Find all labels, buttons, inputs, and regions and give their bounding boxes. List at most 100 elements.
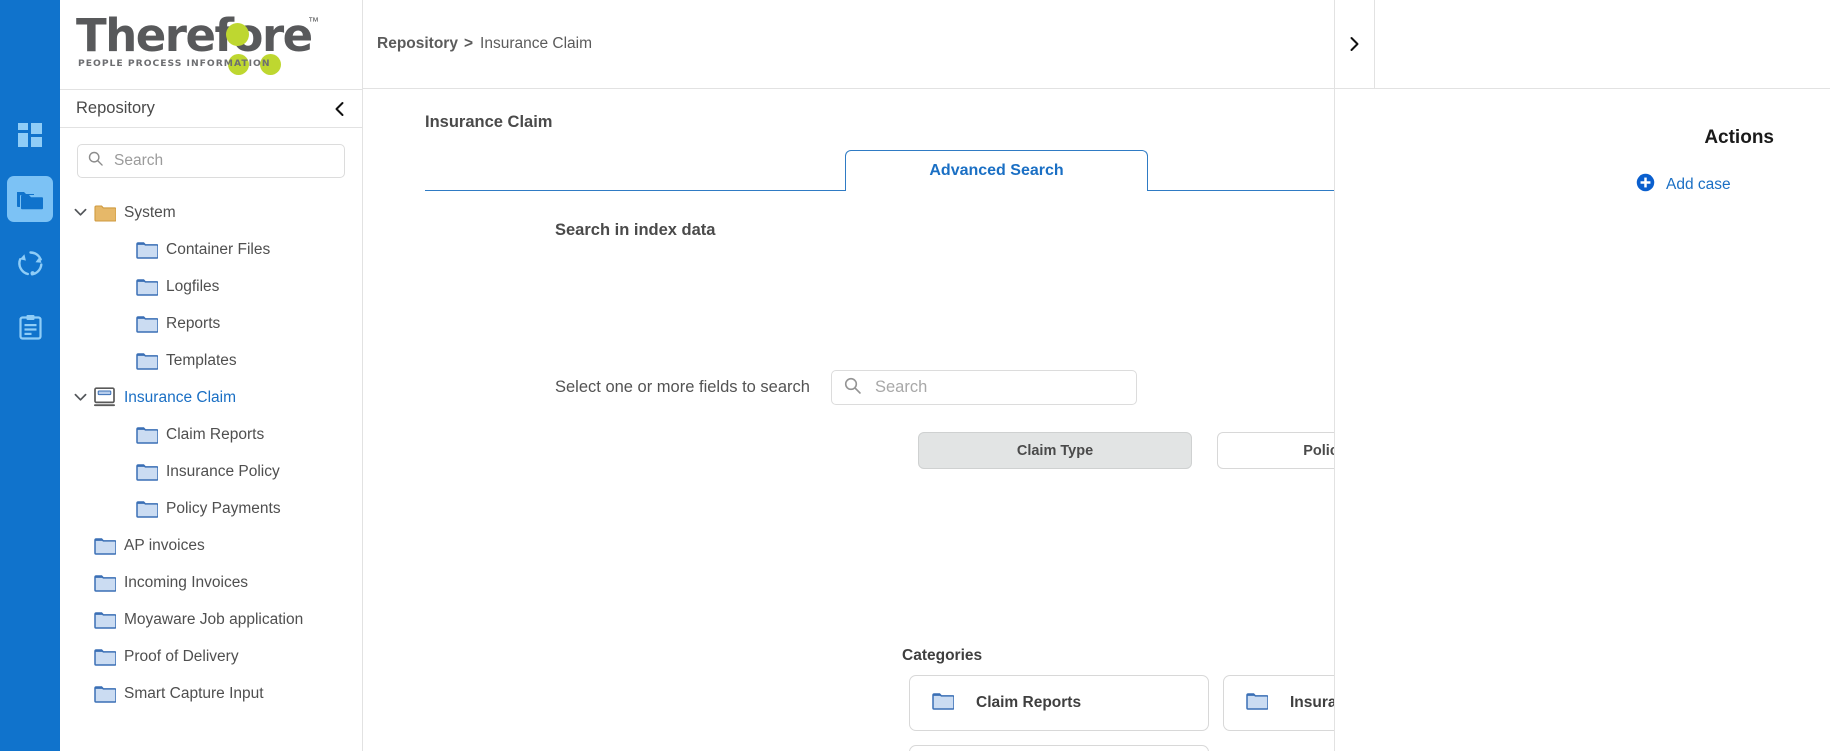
search-icon	[88, 151, 112, 171]
tree-item-label: Insurance Claim	[124, 389, 236, 407]
folder-icon	[90, 648, 120, 666]
breadcrumb-root[interactable]: Repository	[377, 35, 458, 53]
rail-item-workflow[interactable]	[7, 240, 53, 286]
tree-item-claim-reports[interactable]: Claim Reports	[60, 416, 362, 453]
tab-strip-line-left	[425, 190, 845, 191]
categories-grid: Claim Reports Insurance Policy Policy Paym…	[909, 675, 1334, 751]
tree-item-label: Moyaware Job application	[124, 611, 303, 629]
category-card-label: Insurance Policy	[1290, 694, 1334, 712]
actions-title: Actions	[1335, 127, 1774, 149]
folder-icon	[132, 426, 162, 444]
folder-icon	[90, 574, 120, 592]
breadcrumb-current: Insurance Claim	[480, 35, 592, 53]
tree-item-label: Reports	[166, 315, 220, 333]
tree-item-label: Container Files	[166, 241, 270, 259]
case-icon	[90, 387, 120, 408]
brand-name: Therefore	[76, 12, 312, 60]
app-window: Therefore ™ PEOPLE PROCESS INFORMATION R…	[0, 0, 1830, 751]
folder-icon	[132, 352, 162, 370]
folder-icon	[1246, 692, 1268, 715]
category-card-claim-reports[interactable]: Claim Reports	[909, 675, 1209, 731]
tree-item-label: Templates	[166, 352, 237, 370]
tree-item-label: Claim Reports	[166, 426, 264, 444]
brand-dot-icon	[226, 23, 249, 46]
tree-item-system[interactable]: System	[60, 194, 362, 231]
actions-panel-body: Actions Add case	[1335, 89, 1830, 751]
field-select-label: Select one or more fields to search	[555, 378, 831, 397]
category-card-label: Claim Reports	[976, 694, 1081, 712]
tree-item-label: Insurance Policy	[166, 463, 280, 481]
tree-item-smart-capture-input[interactable]: Smart Capture Input	[60, 675, 362, 712]
tree-item-templates[interactable]: Templates	[60, 342, 362, 379]
breadcrumb: Repository > Insurance Claim	[363, 0, 1334, 89]
index-field-chips: Claim TypePolicy NumberClaim Date	[918, 432, 1334, 469]
tree-item-label: Smart Capture Input	[124, 685, 264, 703]
tree-item-proof-of-delivery[interactable]: Proof of Delivery	[60, 638, 362, 675]
search-section-heading: Search in index data	[555, 221, 715, 240]
tree-item-label: Proof of Delivery	[124, 648, 239, 666]
chevron-down-icon[interactable]	[70, 208, 90, 217]
tree-item-moyaware-job-application[interactable]: Moyaware Job application	[60, 601, 362, 638]
folder-icon	[132, 463, 162, 481]
tree-item-label: Policy Payments	[166, 500, 281, 518]
workflow-refresh-icon	[17, 250, 44, 277]
actions-panel: Actions Add case	[1335, 0, 1830, 751]
tree-item-label: Incoming Invoices	[124, 574, 248, 592]
rail-item-tasks[interactable]	[7, 304, 53, 350]
tree-item-logfiles[interactable]: Logfiles	[60, 268, 362, 305]
category-card-insurance-policy[interactable]: Insurance Policy	[1223, 675, 1334, 731]
case-view: Insurance Claim Advanced Search Search i…	[363, 89, 1334, 751]
action-label: Add case	[1666, 176, 1774, 194]
brand-logo: Therefore ™ PEOPLE PROCESS INFORMATION	[60, 0, 362, 89]
field-select-row: Select one or more fields to search	[555, 370, 1137, 405]
chevron-left-icon[interactable]	[328, 98, 350, 120]
tree-item-insurance-policy[interactable]: Insurance Policy	[60, 453, 362, 490]
tree-item-reports[interactable]: Reports	[60, 305, 362, 342]
repository-sidebar: Therefore ™ PEOPLE PROCESS INFORMATION R…	[60, 0, 363, 751]
tab-bar: Advanced Search	[425, 150, 1334, 191]
breadcrumb-separator: >	[464, 35, 473, 53]
folder-icon	[132, 315, 162, 333]
field-chip-label: Policy Number	[1303, 443, 1334, 459]
field-chip-label: Claim Type	[1017, 443, 1093, 459]
folder-icon	[932, 692, 954, 715]
field-chip-claim-type[interactable]: Claim Type	[918, 432, 1192, 469]
brand-tagline: PEOPLE PROCESS INFORMATION	[78, 58, 271, 69]
main-content: Repository > Insurance Claim Insurance C…	[363, 0, 1335, 751]
categories-heading: Categories	[902, 647, 982, 665]
index-search-input[interactable]	[873, 377, 1124, 398]
dashboard-grid-icon	[17, 122, 43, 148]
tree-item-container-files[interactable]: Container Files	[60, 231, 362, 268]
tree-item-label: Logfiles	[166, 278, 219, 296]
action-add-case[interactable]: Add case	[1335, 173, 1774, 197]
app-rail	[0, 0, 60, 751]
rail-item-dashboard[interactable]	[7, 112, 53, 158]
folder-icon	[132, 278, 162, 296]
tree-item-policy-payments[interactable]: Policy Payments	[60, 490, 362, 527]
chevron-down-icon[interactable]	[70, 393, 90, 402]
tree-item-ap-invoices[interactable]: AP invoices	[60, 527, 362, 564]
brand-trademark: ™	[308, 16, 319, 28]
clipboard-tasks-icon	[18, 314, 43, 341]
folder-icon	[90, 611, 120, 629]
index-search-box[interactable]	[831, 370, 1137, 405]
folder-system-icon	[90, 204, 120, 222]
repository-tree: System Container Files Logfiles Reports Temp…	[60, 192, 362, 751]
search-icon	[844, 377, 873, 399]
tree-item-label: AP invoices	[124, 537, 205, 555]
field-chip-policy-number[interactable]: Policy Number	[1217, 432, 1334, 469]
tree-item-incoming-invoices[interactable]: Incoming Invoices	[60, 564, 362, 601]
tree-item-insurance-claim[interactable]: Insurance Claim	[60, 379, 362, 416]
folder-icon	[132, 241, 162, 259]
folder-icon	[132, 500, 162, 518]
rail-item-repository[interactable]	[7, 176, 53, 222]
sidebar-search[interactable]	[77, 144, 345, 178]
search-input[interactable]	[112, 151, 334, 171]
tab-label: Advanced Search	[929, 162, 1063, 180]
chevron-right-icon[interactable]	[1335, 0, 1375, 89]
category-card-policy-payments[interactable]: Policy Payments	[909, 745, 1209, 751]
sidebar-header: Repository	[60, 89, 362, 128]
tree-item-label: System	[124, 204, 176, 222]
folders-repository-icon	[16, 187, 44, 211]
tab-advanced-search[interactable]: Advanced Search	[845, 150, 1148, 191]
